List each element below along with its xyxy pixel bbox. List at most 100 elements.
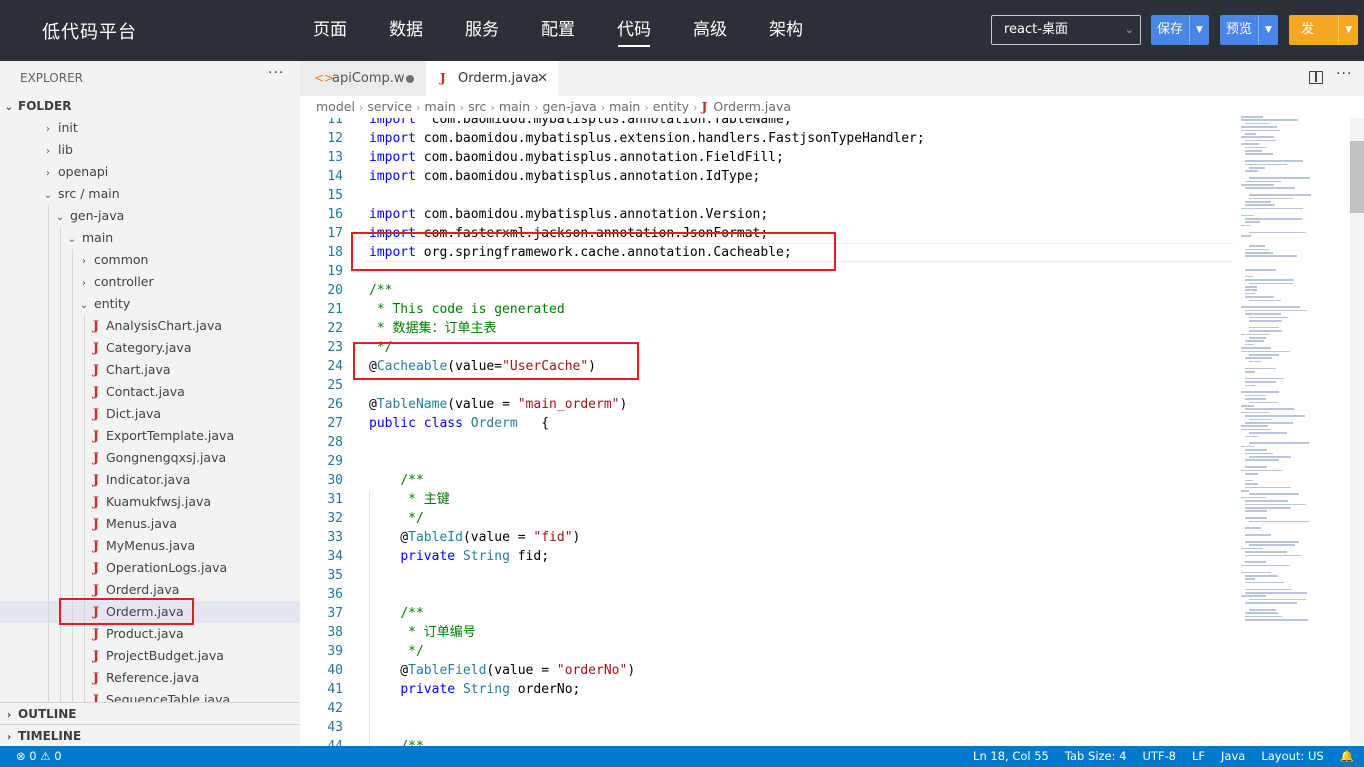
code-line[interactable]: 11 import com.baomidou.mybatisplus.annota… — [300, 118, 1234, 129]
breadcrumb-item[interactable]: Orderm.java — [713, 99, 791, 114]
split-editor-icon[interactable] — [1309, 71, 1323, 84]
tree-item-folder[interactable]: › openapi — [0, 161, 300, 183]
code-line[interactable]: 32 */ — [300, 509, 1234, 528]
breadcrumb-item[interactable]: main — [425, 99, 456, 114]
tree-item-folder[interactable]: ⌄ gen-java — [0, 205, 300, 227]
tree-item-file[interactable]: J ExportTemplate.java — [0, 425, 300, 447]
code-line[interactable]: 20 /** — [300, 281, 1234, 300]
tree-item-file[interactable]: J Kuamukfwsj.java — [0, 491, 300, 513]
tree-item-file[interactable]: J Orderd.java — [0, 579, 300, 601]
code-line[interactable]: 29 — [300, 452, 1234, 471]
tree-item-file[interactable]: J Dict.java — [0, 403, 300, 425]
code-line[interactable]: 39 */ — [300, 642, 1234, 661]
preview-button[interactable]: 预览 ▼ — [1220, 15, 1278, 45]
code-line[interactable]: 21 * This code is generated — [300, 300, 1234, 319]
nav-item-page[interactable]: 页面 — [292, 0, 368, 61]
tree-item-folder[interactable]: ⌄ src / main — [0, 183, 300, 205]
breadcrumb-item[interactable]: model — [316, 99, 355, 114]
save-button-label[interactable]: 保存 — [1151, 15, 1189, 45]
keyboard-layout[interactable]: Layout: US — [1261, 746, 1323, 767]
code-line[interactable]: 40 @TableField(value = "orderNo") — [300, 661, 1234, 680]
code-line[interactable]: 38 * 订单编号 — [300, 623, 1234, 642]
tab-size[interactable]: Tab Size: 4 — [1065, 746, 1127, 767]
breadcrumb-item[interactable]: gen-java — [542, 99, 596, 114]
preview-button-label[interactable]: 预览 — [1220, 15, 1258, 45]
breadcrumb-item[interactable]: main — [499, 99, 530, 114]
scrollbar-thumb[interactable] — [1350, 141, 1364, 213]
breadcrumb-item[interactable]: main — [609, 99, 640, 114]
tree-item-file[interactable]: J Category.java — [0, 337, 300, 359]
platform-select[interactable]: react-桌面 ⌄ — [991, 15, 1141, 45]
close-icon[interactable]: ✕ — [537, 61, 548, 96]
code-line[interactable]: 43 — [300, 718, 1234, 737]
publish-dropdown-caret-icon[interactable]: ▼ — [1338, 15, 1358, 45]
tree-item-file[interactable]: J Orderm.java — [0, 601, 300, 623]
nav-item-config[interactable]: 配置 — [520, 0, 596, 61]
code-line[interactable]: 36 — [300, 585, 1234, 604]
tree-item-file[interactable]: J Reference.java — [0, 667, 300, 689]
code-editor[interactable]: 11 import com.baomidou.mybatisplus.annota… — [300, 118, 1364, 746]
save-button[interactable]: 保存 ▼ — [1151, 15, 1209, 45]
publish-button-label[interactable]: 发布 — [1289, 15, 1338, 45]
tree-item-file[interactable]: J Chart.java — [0, 359, 300, 381]
code-line[interactable]: 28 — [300, 433, 1234, 452]
code-line[interactable]: 41 private String orderNo; — [300, 680, 1234, 699]
code-line[interactable]: 22 * 数据集：订单主表 — [300, 319, 1234, 338]
code-line[interactable]: 25 — [300, 376, 1234, 395]
code-line[interactable]: 16 import com.baomidou.mybatisplus.annota… — [300, 205, 1234, 224]
vertical-scrollbar[interactable] — [1350, 118, 1364, 746]
code-line[interactable]: 31 * 主键 — [300, 490, 1234, 509]
breadcrumb-item[interactable]: service — [367, 99, 412, 114]
tree-item-file[interactable]: J Gongnengqxsj.java — [0, 447, 300, 469]
preview-dropdown-caret-icon[interactable]: ▼ — [1258, 15, 1278, 45]
tree-item-file[interactable]: J MyMenus.java — [0, 535, 300, 557]
encoding[interactable]: UTF-8 — [1142, 746, 1176, 767]
code-line[interactable]: 23 */ — [300, 338, 1234, 357]
code-line[interactable]: 12 import com.baomidou.mybatisplus.extens… — [300, 129, 1234, 148]
tree-item-file[interactable]: J OperationLogs.java — [0, 557, 300, 579]
folder-section-header[interactable]: ⌄ FOLDER — [0, 95, 300, 117]
tree-item-folder[interactable]: › common — [0, 249, 300, 271]
tree-item-file[interactable]: J Menus.java — [0, 513, 300, 535]
nav-item-advanced[interactable]: 高级 — [672, 0, 748, 61]
code-line[interactable]: 27 public class Orderm { — [300, 414, 1234, 433]
code-line[interactable]: 18 import org.springframework.cache.annot… — [300, 243, 1234, 262]
bell-icon[interactable]: 🔔 — [1340, 746, 1354, 767]
nav-item-architecture[interactable]: 架构 — [748, 0, 824, 61]
tree-item-folder[interactable]: › controller — [0, 271, 300, 293]
code-line[interactable]: 34 private String fid; — [300, 547, 1234, 566]
save-dropdown-caret-icon[interactable]: ▼ — [1189, 15, 1209, 45]
tree-item-file[interactable]: J AnalysisChart.java — [0, 315, 300, 337]
tree-item-file[interactable]: J Product.java — [0, 623, 300, 645]
breadcrumb-item[interactable]: entity — [653, 99, 689, 114]
code-line[interactable]: 35 — [300, 566, 1234, 585]
code-line[interactable]: 13 import com.baomidou.mybatisplus.annota… — [300, 148, 1234, 167]
tree-item-folder[interactable]: › lib — [0, 139, 300, 161]
nav-item-code[interactable]: 代码 — [596, 0, 672, 61]
code-line[interactable]: 44 /** — [300, 737, 1234, 746]
timeline-section-header[interactable]: › TIMELINE — [0, 724, 300, 746]
nav-item-data[interactable]: 数据 — [368, 0, 444, 61]
end-of-line[interactable]: LF — [1192, 746, 1205, 767]
unsaved-dot-icon[interactable] — [406, 75, 414, 83]
more-actions-icon[interactable]: ··· — [1336, 66, 1352, 82]
code-line[interactable]: 15 — [300, 186, 1234, 205]
tree-item-file[interactable]: J Indicator.java — [0, 469, 300, 491]
code-line[interactable]: 37 /** — [300, 604, 1234, 623]
language-mode[interactable]: Java — [1221, 746, 1245, 767]
outline-section-header[interactable]: › OUTLINE — [0, 702, 300, 724]
code-line[interactable]: 26 @TableName(value = "main_orderm") — [300, 395, 1234, 414]
code-line[interactable]: 17 import com.fasterxml.jackson.annotatio… — [300, 224, 1234, 243]
code-line[interactable]: 24 @Cacheable(value="UserCache") — [300, 357, 1234, 376]
code-line[interactable]: 33 @TableId(value = "fid") — [300, 528, 1234, 547]
code-line[interactable]: 42 — [300, 699, 1234, 718]
code-line[interactable]: 14 import com.baomidou.mybatisplus.annota… — [300, 167, 1234, 186]
tree-item-folder[interactable]: › init — [0, 117, 300, 139]
tree-item-folder[interactable]: ⌄ entity — [0, 293, 300, 315]
tree-item-folder[interactable]: ⌄ main — [0, 227, 300, 249]
minimap[interactable] — [1241, 116, 1323, 626]
tree-item-file[interactable]: J ProjectBudget.java — [0, 645, 300, 667]
tab-apicomp[interactable]: <>apiComp.w — [300, 61, 426, 96]
cursor-position[interactable]: Ln 18, Col 55 — [973, 746, 1049, 767]
more-actions-icon[interactable]: ··· — [268, 65, 284, 81]
